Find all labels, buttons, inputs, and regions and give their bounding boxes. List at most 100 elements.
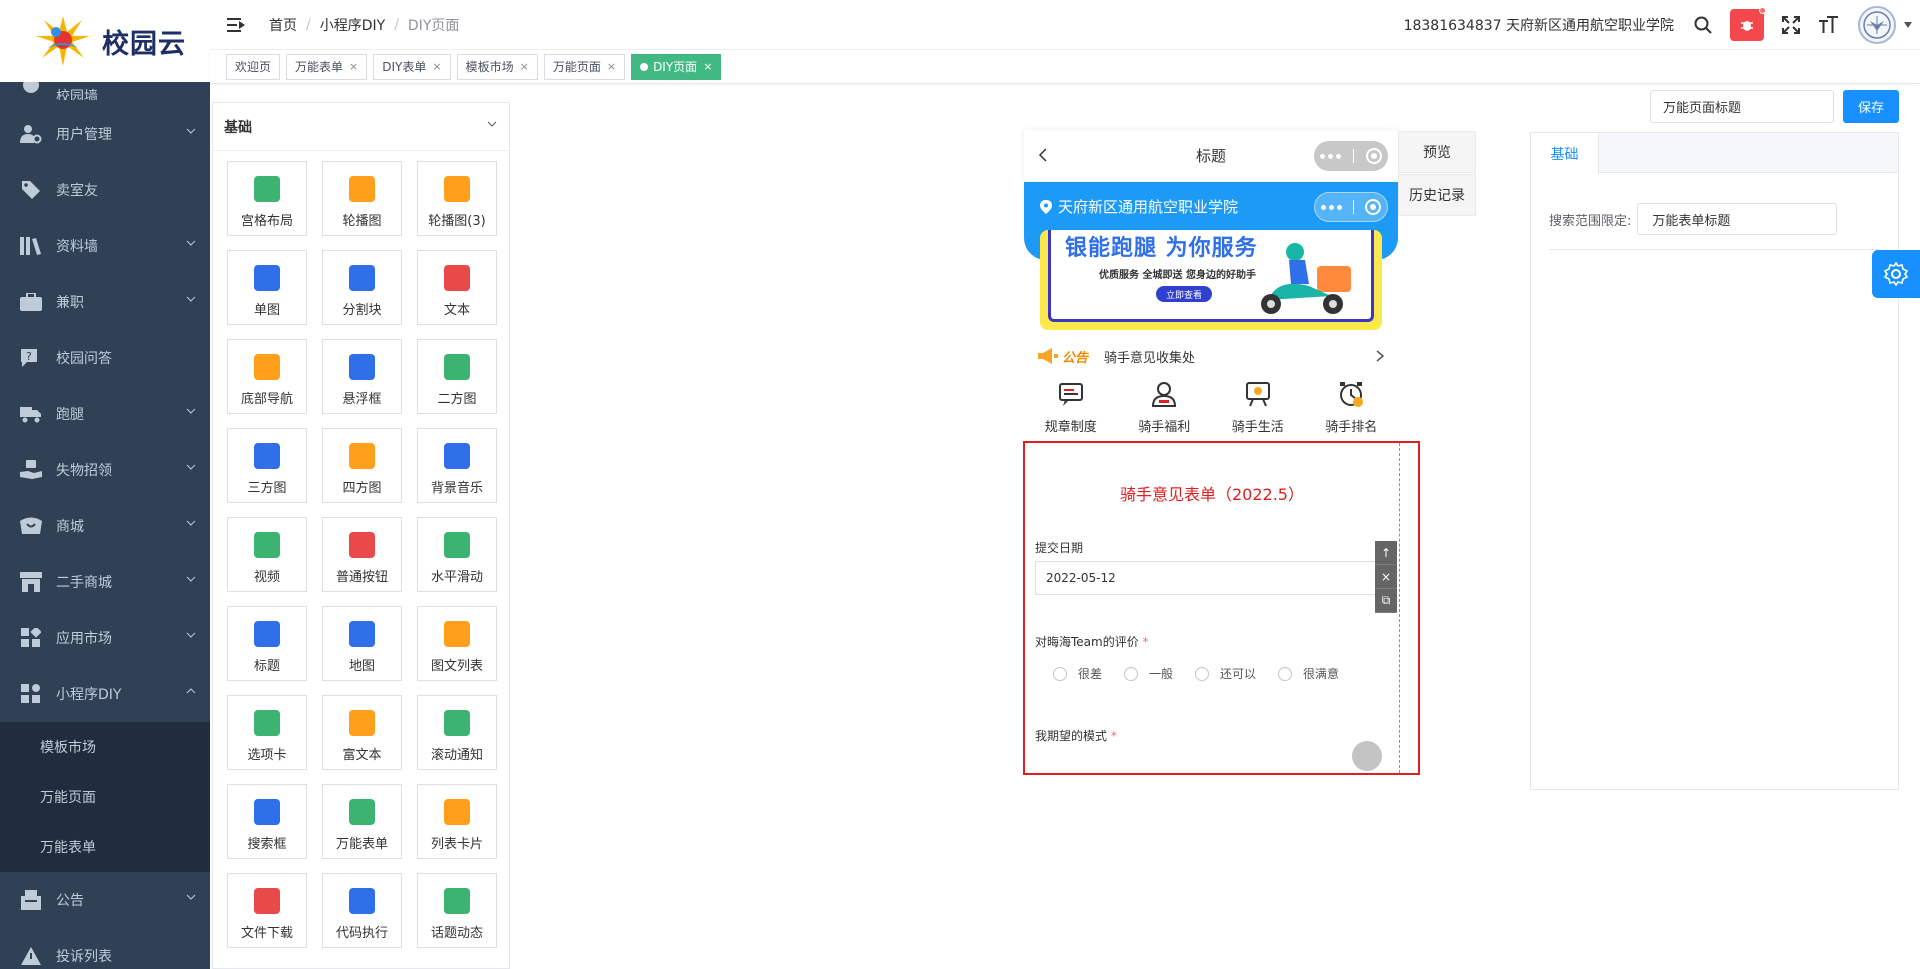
sidebar-item-mall[interactable]: 商城 (0, 498, 210, 554)
briefcase-icon (20, 291, 42, 313)
sidebar-item-materials[interactable]: 资料墙 (0, 218, 210, 274)
component-tile[interactable]: 轮播图(3) (417, 161, 497, 236)
component-tile[interactable]: 富文本 (322, 695, 402, 770)
selected-form-component[interactable]: 骑手意见表单（2022.5） 提交日期 2022-05-12 对晦海Team的评… (1023, 441, 1420, 775)
phone-nav-bar: 标题 (1024, 130, 1398, 180)
back-icon[interactable] (1038, 148, 1048, 162)
component-tile[interactable]: 文件下载 (227, 873, 307, 948)
component-tile[interactable]: 搜索框 (227, 784, 307, 859)
banner-button[interactable]: 立即查看 (1156, 286, 1212, 302)
notice-icon (20, 889, 42, 911)
component-tile[interactable]: 标题 (227, 606, 307, 681)
tab-basic[interactable]: 基础 (1531, 133, 1599, 174)
close-icon[interactable]: × (703, 60, 712, 73)
sidebar-item-errand[interactable]: 跑腿 (0, 386, 210, 442)
component-tile[interactable]: 背景音乐 (417, 428, 497, 503)
sidebar-subitem-template-market[interactable]: 模板市场 (0, 722, 210, 772)
avatar-caret-icon[interactable] (1898, 8, 1918, 42)
tag-universal-form[interactable]: 万能表单 × (286, 53, 368, 80)
sidebar-item-user-management[interactable]: 用户管理 (0, 106, 210, 162)
sidebar-item-complaints[interactable]: 投诉列表 (0, 928, 210, 969)
component-tile[interactable]: 滚动通知 (417, 695, 497, 770)
tag-diy-form[interactable]: DIY表单 × (373, 53, 451, 80)
component-tile[interactable]: 悬浮框 (322, 339, 402, 414)
banner-carousel[interactable]: 银能跑腿 为你服务 优质服务 全城即送 您身边的好助手 立即查看 (1040, 230, 1382, 330)
component-tile[interactable]: 选项卡 (227, 695, 307, 770)
component-tile[interactable]: 分割块 (322, 250, 402, 325)
sidebar-item-app-market[interactable]: 应用市场 (0, 610, 210, 666)
component-tile[interactable]: 宫格布局 (227, 161, 307, 236)
component-tile[interactable]: 列表卡片 (417, 784, 497, 859)
search-scope-input[interactable]: 万能表单标题 (1637, 203, 1838, 235)
component-tile[interactable]: 三方图 (227, 428, 307, 503)
avatar[interactable] (1858, 6, 1896, 44)
miniapp-capsule[interactable] (1314, 192, 1388, 222)
quick-link-life[interactable]: 骑手生活 (1232, 380, 1284, 442)
component-tile[interactable]: 底部导航 (227, 339, 307, 414)
notice-bar[interactable]: 公告 骑手意见收集处 (1024, 336, 1398, 376)
component-tile[interactable]: 文本 (417, 250, 497, 325)
sidebar-item-qa[interactable]: ? 校园问答 (0, 330, 210, 386)
apps-icon (20, 627, 42, 649)
sidebar-item-notice[interactable]: 公告 (0, 872, 210, 928)
close-icon[interactable]: × (520, 60, 529, 73)
font-size-icon[interactable] (1812, 8, 1846, 42)
component-tile[interactable]: 万能表单 (322, 784, 402, 859)
component-tile[interactable]: 水平滑动 (417, 517, 497, 592)
fullscreen-icon[interactable] (1774, 8, 1808, 42)
tag-universal-page[interactable]: 万能页面 × (543, 53, 626, 80)
sidebar-subitem-universal-form[interactable]: 万能表单 (0, 822, 210, 872)
sidebar-item-second-hand[interactable]: 二手商城 (0, 554, 210, 610)
copy-icon[interactable]: ⧉ (1375, 589, 1397, 613)
miniapp-capsule-gray[interactable] (1314, 141, 1388, 171)
component-tile[interactable]: 图文列表 (417, 606, 497, 681)
breadcrumb-home[interactable]: 首页 (269, 15, 297, 35)
settings-fab[interactable] (1872, 250, 1920, 298)
tag-template-market[interactable]: 模板市场 × (456, 53, 538, 80)
component-tile[interactable]: 地图 (322, 606, 402, 681)
sidebar-item-lost-found[interactable]: 失物招领 (0, 442, 210, 498)
preview-button[interactable]: 预览 (1398, 131, 1476, 173)
sidebar-item-campus-wall[interactable]: 校园墙 (0, 82, 210, 100)
component-tile[interactable]: 单图 (227, 250, 307, 325)
breadcrumb-diy[interactable]: 小程序DIY (320, 15, 385, 35)
radio-very-satisfied[interactable]: 很满意 (1278, 665, 1339, 682)
quick-link-ranking[interactable]: 骑手排名 (1325, 380, 1377, 442)
bug-report-button[interactable] (1730, 7, 1766, 41)
move-up-icon[interactable]: ↑ (1375, 541, 1397, 565)
palette-header[interactable]: 基础 (213, 103, 509, 151)
date-field[interactable]: 2022-05-12 (1035, 561, 1387, 595)
save-button[interactable]: 保存 (1843, 90, 1899, 123)
quick-link-welfare[interactable]: 骑手福利 (1138, 380, 1190, 442)
component-tile[interactable]: 四方图 (322, 428, 402, 503)
radio-average[interactable]: 一般 (1124, 665, 1173, 682)
component-tile[interactable]: 二方图 (417, 339, 497, 414)
sidebar-item-part-time[interactable]: 兼职 (0, 274, 210, 330)
delete-icon[interactable]: × (1375, 565, 1397, 589)
tag-diy-page[interactable]: DIY页面 × (631, 53, 722, 80)
floating-ball[interactable] (1352, 741, 1382, 771)
radio-very-bad[interactable]: 很差 (1053, 665, 1102, 682)
close-icon[interactable]: × (349, 60, 358, 73)
page-title-input[interactable]: 万能页面标题 (1650, 90, 1834, 123)
component-tile[interactable]: 视频 (227, 517, 307, 592)
sidebar-item-roommate[interactable]: 卖室友 (0, 162, 210, 218)
component-label: 列表卡片 (430, 837, 483, 852)
history-button[interactable]: 历史记录 (1398, 174, 1476, 216)
radio-okay[interactable]: 还可以 (1195, 665, 1256, 682)
component-label: 水平滑动 (430, 570, 483, 585)
close-icon[interactable]: × (432, 60, 441, 73)
tag-welcome[interactable]: 欢迎页 (226, 53, 281, 80)
component-label: 滚动通知 (430, 748, 483, 763)
component-icon (254, 710, 280, 736)
component-tile[interactable]: 代码执行 (322, 873, 402, 948)
search-icon[interactable] (1686, 8, 1720, 42)
component-tile[interactable]: 话题动态 (417, 873, 497, 948)
sidebar-item-miniapp-diy[interactable]: 小程序DIY (0, 666, 210, 722)
hamburger-icon[interactable] (227, 17, 245, 32)
quick-link-rules[interactable]: 规章制度 (1045, 380, 1097, 442)
component-tile[interactable]: 轮播图 (322, 161, 402, 236)
component-tile[interactable]: 普通按钮 (322, 517, 402, 592)
sidebar-subitem-universal-page[interactable]: 万能页面 (0, 772, 210, 822)
close-icon[interactable]: × (607, 60, 616, 73)
